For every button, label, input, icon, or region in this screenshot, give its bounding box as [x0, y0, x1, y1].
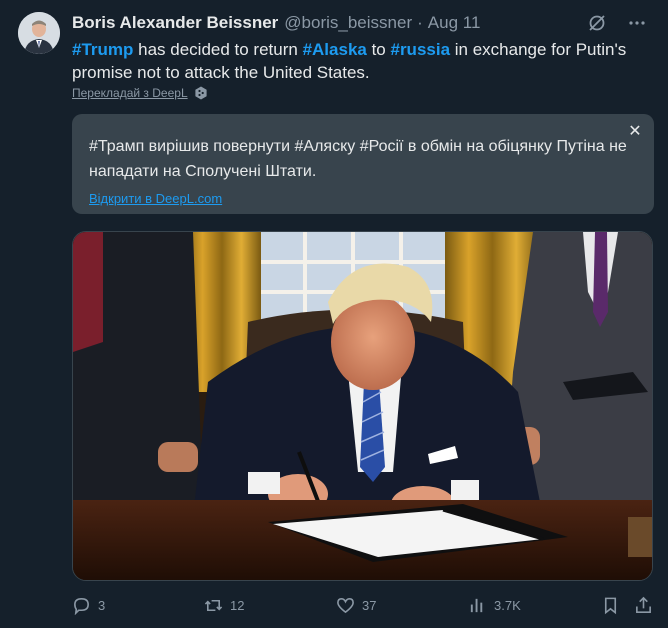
like-count: 37	[362, 598, 377, 613]
share-button[interactable]	[634, 596, 653, 615]
open-in-deepl-link[interactable]: Відкрити в DeepL.com	[89, 191, 222, 206]
tweet-text-part: to	[366, 40, 391, 59]
translate-label[interactable]: Перекладай з DeepL	[72, 86, 188, 100]
author-name[interactable]: Boris Alexander Beissner	[72, 13, 278, 33]
repost-button[interactable]: 12	[204, 596, 244, 615]
more-icon[interactable]	[626, 12, 648, 34]
translate-link[interactable]: Перекладай з DeepL	[72, 86, 208, 100]
tweet-text: #Trump has decided to return #Alaska to …	[72, 38, 652, 84]
reply-button[interactable]: 3	[72, 596, 105, 615]
repost-count: 12	[230, 598, 245, 613]
author-handle[interactable]: @boris_beissner	[284, 13, 412, 33]
separator: ·	[417, 13, 423, 32]
post-date[interactable]: Aug 11	[428, 13, 481, 33]
hashtag-alaska[interactable]: #Alaska	[303, 40, 367, 59]
share-icon	[636, 596, 651, 613]
hashtag-trump[interactable]: #Trump	[72, 40, 133, 59]
avatar[interactable]	[18, 12, 60, 54]
views-icon	[470, 598, 483, 613]
translation-text: #Трамп вирішив повернути #Аляску #Росії …	[89, 138, 627, 180]
repost-icon	[204, 599, 223, 612]
views-button[interactable]: 3.7K	[468, 596, 521, 615]
like-button[interactable]: 37	[336, 596, 376, 615]
tweet-photo[interactable]	[72, 231, 653, 581]
tweet-text-part: has decided to return	[133, 40, 303, 59]
views-count: 3.7K	[494, 598, 521, 613]
grok-icon[interactable]	[586, 12, 608, 34]
deepl-icon	[195, 86, 207, 100]
action-bar: 3 12 37 3.7K	[72, 596, 654, 618]
reply-icon	[74, 598, 89, 615]
tweet-header: Boris Alexander Beissner @boris_beissner…	[72, 12, 648, 34]
bookmark-icon	[604, 597, 617, 615]
close-icon[interactable]: ✕	[626, 122, 644, 140]
translation-panel: #Трамп вирішив повернути #Аляску #Росії …	[72, 114, 654, 214]
hashtag-russia[interactable]: #russia	[390, 40, 450, 59]
reply-count: 3	[98, 598, 106, 613]
like-icon	[337, 598, 354, 614]
bookmark-button[interactable]	[601, 596, 620, 615]
